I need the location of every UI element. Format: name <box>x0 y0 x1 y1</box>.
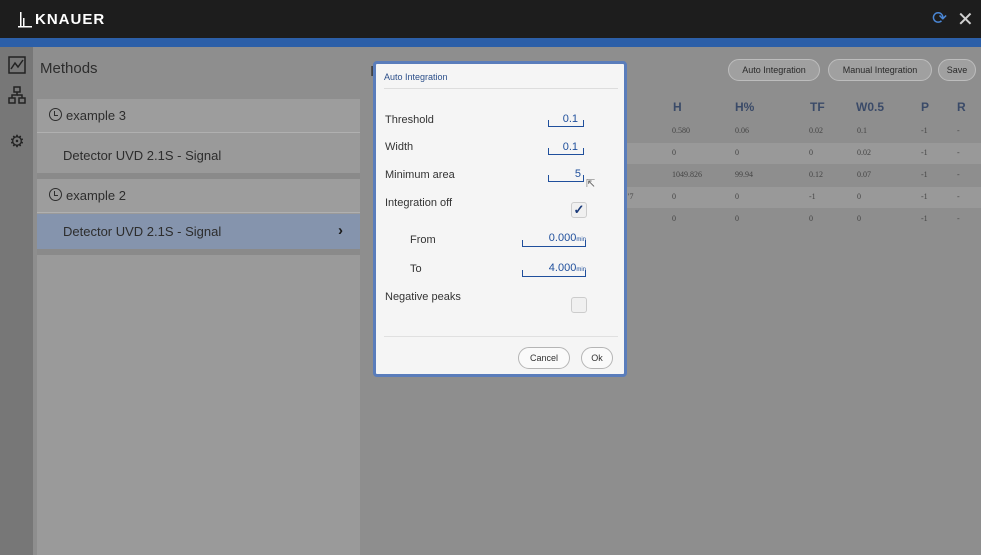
table-cell: -1 <box>809 192 816 201</box>
integration-off-checkbox[interactable]: ✓ <box>571 202 587 218</box>
width-label: Width <box>385 141 414 153</box>
table-cell: 0 <box>735 148 739 157</box>
chart-icon[interactable] <box>8 56 26 74</box>
to-label: To <box>410 263 422 275</box>
table-cell: -1 <box>921 214 928 223</box>
threshold-label: Threshold <box>385 114 434 126</box>
table-cell: 0 <box>809 148 813 157</box>
table-cell: 0.06 <box>735 126 749 135</box>
table-cell: 0.580 <box>672 126 690 135</box>
table-header: TF <box>810 100 825 114</box>
table-header: R <box>957 100 966 114</box>
methods-panel: example 3 Detector UVD 2.1S - Signal exa… <box>37 99 360 555</box>
group-divider <box>37 249 360 255</box>
manual-integration-button[interactable]: Manual Integration <box>828 59 932 81</box>
table-cell: 0 <box>735 214 739 223</box>
table-cell: -1 <box>921 170 928 179</box>
from-label: From <box>410 234 436 246</box>
table-cell: 0 <box>672 148 676 157</box>
table-cell: -1 <box>921 126 928 135</box>
table-cell: 0 <box>672 192 676 201</box>
table-row[interactable]: 0.580 0.06 0.02 0.1 -1 - <box>627 121 981 142</box>
table-cell: 0.12 <box>809 170 823 179</box>
table-row[interactable]: 0 0 -1 0 -1 - <box>627 187 981 208</box>
method-group-example-3[interactable]: example 3 <box>37 99 360 133</box>
cancel-button[interactable]: Cancel <box>518 347 570 369</box>
table-cell: 0.07 <box>857 170 871 179</box>
table-cell: - <box>957 192 960 201</box>
threshold-input[interactable] <box>548 120 584 127</box>
table-cell: - <box>957 126 960 135</box>
table-cell: 0.1 <box>857 126 867 135</box>
mouse-cursor-icon: ⇱ <box>586 178 596 190</box>
table-header: H <box>673 100 682 114</box>
from-input[interactable] <box>522 240 586 247</box>
table-cell: 0 <box>809 214 813 223</box>
table-cell: -1 <box>921 148 928 157</box>
auto-integration-dialog: Auto Integration Threshold 0.1 Width 0.1… <box>373 61 627 377</box>
table-header: W0.5 <box>856 100 885 114</box>
table-cell: 0.02 <box>809 126 823 135</box>
clock-icon <box>49 188 62 201</box>
negative-peaks-label: Negative peaks <box>385 291 461 303</box>
gear-icon[interactable]: ⚙ <box>8 133 26 151</box>
to-input[interactable] <box>522 270 586 277</box>
ok-button[interactable]: Ok <box>581 347 613 369</box>
clock-icon <box>49 108 62 121</box>
dialog-title: Auto Integration <box>384 72 448 82</box>
method-group-label: example 3 <box>66 108 126 123</box>
refresh-icon[interactable]: ⟳ <box>932 8 947 29</box>
table-cell: - <box>957 148 960 157</box>
table-cell-partial: '7 <box>628 192 634 201</box>
dialog-divider <box>384 336 618 337</box>
signal-label: Detector UVD 2.1S - Signal <box>63 224 222 239</box>
header-accent-strip <box>0 38 981 47</box>
negative-peaks-checkbox[interactable] <box>571 297 587 313</box>
minimum-area-label: Minimum area <box>385 169 455 181</box>
integration-off-label: Integration off <box>385 197 453 209</box>
table-cell: - <box>957 214 960 223</box>
table-cell: 0.02 <box>857 148 871 157</box>
minimum-area-input[interactable] <box>548 175 584 182</box>
network-icon[interactable] <box>8 86 26 104</box>
width-input[interactable] <box>548 148 584 155</box>
table-cell: 1049.826 <box>672 170 702 179</box>
signal-label: Detector UVD 2.1S - Signal <box>63 148 222 163</box>
title-bar: KNAUER ⟳ ✕ <box>0 0 981 38</box>
methods-title: Methods <box>40 60 98 77</box>
table-cell: 0 <box>735 192 739 201</box>
dialog-divider <box>384 88 618 89</box>
left-icon-rail: ⚙ <box>0 47 33 555</box>
table-row[interactable]: 0 0 0 0.02 -1 - <box>627 143 981 164</box>
save-button[interactable]: Save <box>938 59 976 81</box>
table-cell: 99.94 <box>735 170 753 179</box>
auto-integration-button[interactable]: Auto Integration <box>728 59 820 81</box>
table-header: H% <box>735 100 755 114</box>
table-cell: 0 <box>857 214 861 223</box>
signal-row-selected[interactable]: Detector UVD 2.1S - Signal › <box>37 214 360 249</box>
close-icon[interactable]: ✕ <box>957 7 974 32</box>
table-row[interactable]: 1049.826 99.94 0.12 0.07 -1 - <box>627 165 981 186</box>
method-group-example-2[interactable]: example 2 <box>37 179 360 213</box>
table-cell: -1 <box>921 192 928 201</box>
table-cell: - <box>957 170 960 179</box>
table-row[interactable]: 0 0 0 0 -1 - <box>627 209 981 230</box>
signal-row[interactable]: Detector UVD 2.1S - Signal <box>37 138 360 173</box>
method-group-label: example 2 <box>66 188 126 203</box>
table-cell: 0 <box>857 192 861 201</box>
table-cell: 0 <box>672 214 676 223</box>
brand-name: KNAUER <box>35 10 106 28</box>
knauer-logo-icon <box>18 12 32 28</box>
chevron-right-icon: › <box>338 222 343 239</box>
table-header: P <box>921 100 930 114</box>
app-logo: KNAUER <box>18 10 105 28</box>
